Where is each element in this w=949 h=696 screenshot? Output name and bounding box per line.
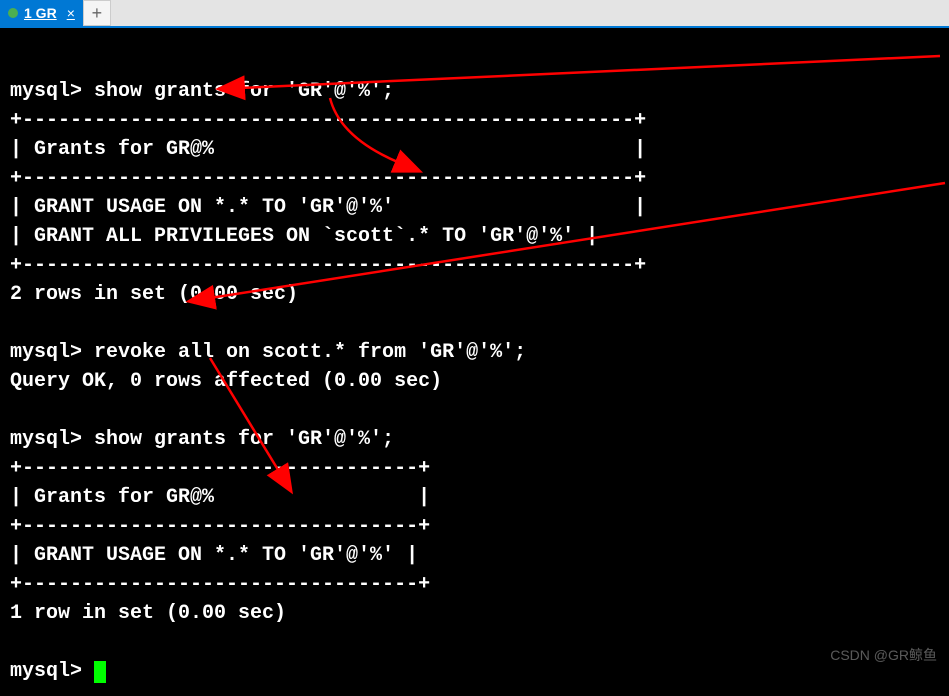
terminal-line: +---------------------------------+: [10, 573, 430, 596]
terminal-line: | GRANT USAGE ON *.* TO 'GR'@'%' |: [10, 196, 646, 219]
tab-bar: 1 GR × +: [0, 0, 949, 28]
tab-active[interactable]: 1 GR ×: [0, 0, 83, 26]
terminal-line: mysql> revoke all on scott.* from 'GR'@'…: [10, 341, 526, 364]
terminal-line: +---------------------------------------…: [10, 109, 646, 132]
terminal-line: mysql> show grants for 'GR'@'%';: [10, 80, 394, 103]
connection-status-icon: [8, 8, 18, 18]
terminal-line: +---------------------------------+: [10, 457, 430, 480]
terminal-line: 1 row in set (0.00 sec): [10, 602, 286, 625]
plus-icon: +: [92, 3, 103, 24]
terminal-line: | GRANT ALL PRIVILEGES ON `scott`.* TO '…: [10, 225, 598, 248]
terminal-line: mysql> show grants for 'GR'@'%';: [10, 428, 394, 451]
terminal-line: +---------------------------------+: [10, 515, 430, 538]
terminal-line: | GRANT USAGE ON *.* TO 'GR'@'%' |: [10, 544, 418, 567]
close-icon[interactable]: ×: [67, 5, 75, 21]
terminal-line: +---------------------------------------…: [10, 167, 646, 190]
terminal-line: Query OK, 0 rows affected (0.00 sec): [10, 370, 442, 393]
add-tab-button[interactable]: +: [83, 0, 111, 26]
watermark: CSDN @GR鲸鱼: [830, 645, 937, 665]
terminal-line: +---------------------------------------…: [10, 254, 646, 277]
terminal-prompt: mysql>: [10, 660, 94, 683]
terminal-line: 2 rows in set (0.00 sec): [10, 283, 298, 306]
tab-title: 1 GR: [24, 5, 57, 21]
terminal-line: | Grants for GR@% |: [10, 486, 430, 509]
cursor-icon: [94, 661, 106, 683]
terminal-line: | Grants for GR@% |: [10, 138, 646, 161]
terminal-output[interactable]: mysql> show grants for 'GR'@'%'; +------…: [0, 28, 949, 696]
